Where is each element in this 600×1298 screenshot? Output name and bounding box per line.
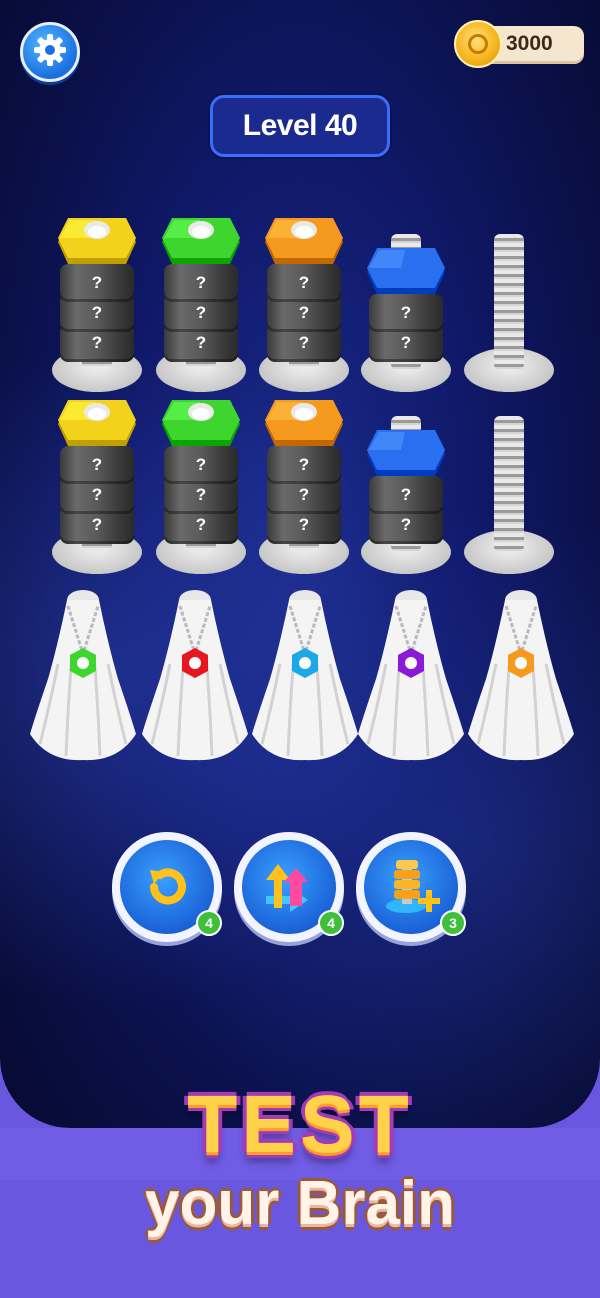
undo-icon [140, 860, 194, 918]
gear-icon [32, 32, 68, 72]
question-mark: ? [400, 333, 412, 352]
blue-nut[interactable] [365, 244, 447, 298]
question-mark: ? [298, 333, 310, 352]
bolt-column[interactable]: ??? [52, 218, 142, 392]
question-mark: ? [195, 455, 207, 474]
bolt-column[interactable] [464, 402, 554, 574]
hidden-nut: ? [60, 446, 134, 484]
covered-peg[interactable] [466, 584, 576, 764]
bolt-column[interactable]: ??? [259, 400, 349, 574]
add-bolt-icon [380, 852, 442, 922]
undo-count-badge: 4 [196, 910, 222, 936]
question-mark: ? [298, 303, 310, 322]
bolt-column[interactable] [464, 220, 554, 392]
covered-peg[interactable] [250, 584, 360, 764]
undo-button[interactable]: 4 [112, 832, 222, 942]
question-mark: ? [195, 273, 207, 292]
game-board: 3000 Level 40 ??? ??? ??? ?? ? ? ? ? ? ?… [0, 0, 600, 1128]
question-mark: ? [298, 515, 310, 534]
coin-icon [454, 20, 502, 68]
covered-peg[interactable] [28, 584, 138, 764]
add-bolt-count-badge: 3 [440, 910, 466, 936]
question-mark: ? [195, 485, 207, 504]
bolt-column[interactable]: ??? [156, 400, 246, 574]
level-indicator: Level 40 [210, 95, 390, 157]
question-mark: ? [91, 485, 103, 504]
question-mark: ? [91, 515, 103, 534]
green-nut[interactable] [160, 214, 242, 268]
blue-nut[interactable] [365, 426, 447, 480]
question-mark: ? [195, 303, 207, 322]
bolt-column[interactable]: ?? [361, 220, 451, 392]
question-mark: ? [400, 303, 412, 322]
covered-peg[interactable] [140, 584, 250, 764]
question-mark: ? [400, 485, 412, 504]
bolt-column[interactable]: ?? [361, 402, 451, 574]
question-mark: ? [298, 455, 310, 474]
promo-title: TEST [187, 1079, 413, 1170]
hidden-nut: ? [60, 264, 134, 302]
covered-peg[interactable] [356, 584, 466, 764]
bolt-column[interactable]: ??? [259, 218, 349, 392]
red-hex-icon [142, 590, 248, 761]
coin-counter: 3000 [454, 20, 584, 68]
bolt-column[interactable]: ??? [156, 218, 246, 392]
hidden-nut: ? [369, 476, 443, 514]
coin-amount: 3000 [506, 32, 553, 55]
hidden-nut: ? [267, 446, 341, 484]
question-mark: ? [91, 455, 103, 474]
hidden-nut: ? [164, 446, 238, 484]
shuffle-count-badge: 4 [318, 910, 344, 936]
green-nut[interactable] [160, 396, 242, 450]
question-mark: ? [91, 273, 103, 292]
hidden-nut: ? [369, 294, 443, 332]
green-hex-icon [30, 590, 136, 761]
settings-button[interactable] [20, 22, 80, 82]
orange-nut[interactable] [263, 214, 345, 268]
yellow-nut[interactable] [56, 396, 138, 450]
question-mark: ? [91, 333, 103, 352]
bolt-shaft [494, 234, 524, 370]
purple-hex-icon [358, 590, 464, 761]
shuffle-icon [260, 858, 318, 920]
question-mark: ? [400, 515, 412, 534]
question-mark: ? [91, 303, 103, 322]
shuffle-button[interactable]: 4 [234, 832, 344, 942]
promo-subtitle: your Brain [144, 1169, 456, 1238]
question-mark: ? [298, 485, 310, 504]
cyan-hex-icon [252, 590, 358, 761]
yellow-nut[interactable] [56, 214, 138, 268]
orange-nut[interactable] [263, 396, 345, 450]
add-bolt-button[interactable]: 3 [356, 832, 466, 942]
question-mark: ? [195, 333, 207, 352]
bolt-column[interactable]: ??? [52, 400, 142, 574]
level-label: Level 40 [242, 109, 358, 142]
question-mark: ? [298, 273, 310, 292]
hidden-nut: ? [164, 264, 238, 302]
orange-hex-icon [468, 590, 574, 761]
question-mark: ? [195, 515, 207, 534]
hidden-nut: ? [267, 264, 341, 302]
bolt-shaft [494, 416, 524, 552]
